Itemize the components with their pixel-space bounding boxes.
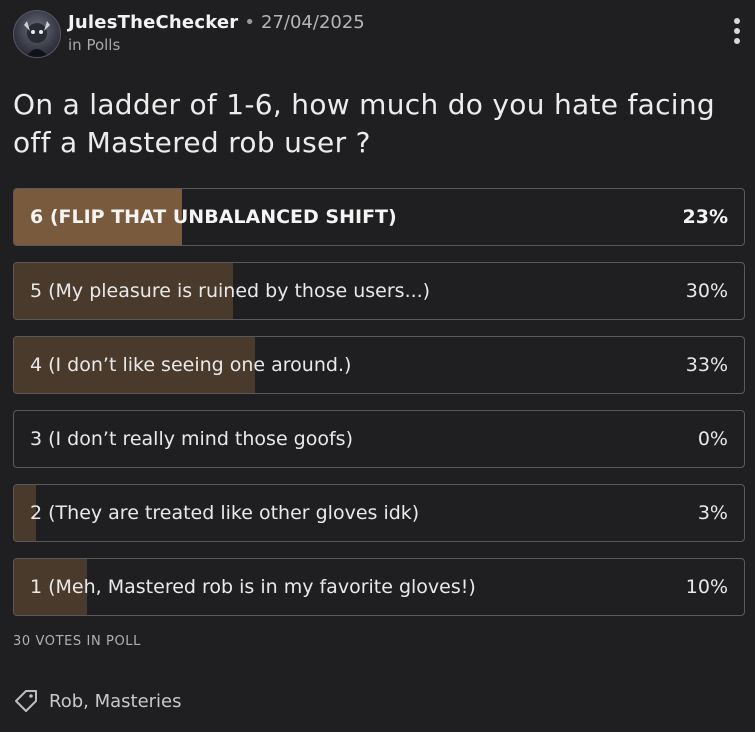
poll-option[interactable]: 5 (My pleasure is ruined by those users.…	[13, 262, 745, 320]
post-header: JulesTheChecker • 27/04/2025 in Polls	[0, 0, 755, 70]
poll-option-percent: 23%	[682, 206, 728, 228]
poll-option-label: 4 (I don’t like seeing one around.)	[30, 354, 352, 376]
poll-option-label: 3 (I don’t really mind those goofs)	[30, 428, 353, 450]
tag-icon	[15, 690, 37, 712]
poll-option-percent: 33%	[685, 354, 728, 376]
tags-text: Rob, Masteries	[49, 690, 182, 712]
poll-option[interactable]: 2 (They are treated like other gloves id…	[13, 484, 745, 542]
avatar[interactable]	[13, 10, 61, 58]
poll-option-percent: 3%	[697, 502, 728, 524]
author-name[interactable]: JulesTheChecker	[68, 12, 238, 33]
poll-option[interactable]: 4 (I don’t like seeing one around.) 33%	[13, 336, 745, 394]
poll-option-percent: 10%	[685, 576, 728, 598]
poll-option[interactable]: 1 (Meh, Mastered rob is in my favorite g…	[13, 558, 745, 616]
poll-option[interactable]: 3 (I don’t really mind those goofs) 0%	[13, 410, 745, 468]
community-label[interactable]: in Polls	[68, 36, 120, 54]
poll-option-label: 2 (They are treated like other gloves id…	[30, 502, 420, 524]
poll-option[interactable]: 6 (FLIP THAT UNBALANCED SHIFT) 23%	[13, 188, 745, 246]
poll-question: On a ladder of 1-6, how much do you hate…	[13, 88, 715, 159]
poll-option-percent: 0%	[697, 428, 728, 450]
poll-option-label: 5 (My pleasure is ruined by those users.…	[30, 280, 431, 302]
separator-dot: •	[244, 12, 256, 33]
author-line: JulesTheChecker • 27/04/2025	[68, 12, 365, 33]
votes-count: 30 VOTES IN POLL	[13, 634, 141, 649]
more-vertical-icon[interactable]	[729, 18, 745, 52]
poll-options: 6 (FLIP THAT UNBALANCED SHIFT) 23% 5 (My p…	[13, 188, 745, 632]
poll-option-label: 1 (Meh, Mastered rob is in my favorite g…	[30, 576, 476, 598]
post-date: 27/04/2025	[261, 12, 365, 33]
poll-option-percent: 30%	[685, 280, 728, 302]
poll-option-label: 6 (FLIP THAT UNBALANCED SHIFT)	[30, 206, 397, 228]
post-tags[interactable]: Rob, Masteries	[13, 686, 182, 716]
